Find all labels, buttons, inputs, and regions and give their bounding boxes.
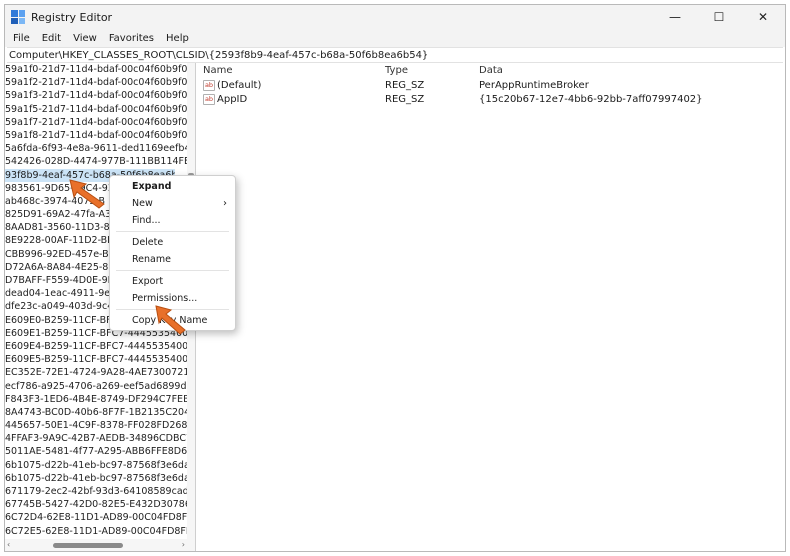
tree-item[interactable]: 59a1f2-21d7-11d4-bdaf-00c04f60b9f0}: [5, 76, 195, 89]
column-header-type[interactable]: Type: [385, 65, 479, 76]
menu-edit[interactable]: Edit: [36, 33, 67, 44]
tree-item[interactable]: 6b1075-d22b-41eb-bc97-87568f3e6dab}: [5, 472, 195, 485]
tree-horizontal-scroll-thumb[interactable]: [53, 543, 123, 548]
column-header-data[interactable]: Data: [479, 65, 785, 76]
window-title: Registry Editor: [31, 10, 113, 24]
submenu-arrow-icon: ›: [223, 198, 227, 209]
tree-item[interactable]: 542426-028D-4474-977B-111BB114FE3E}: [5, 155, 195, 168]
tree-item[interactable]: 671179-2ec2-42bf-93d3-64108589cad5}: [5, 485, 195, 498]
context-menu-permissions[interactable]: Permissions...: [110, 290, 235, 307]
scroll-right-icon[interactable]: ›: [182, 539, 185, 551]
context-menu-delete[interactable]: Delete: [110, 234, 235, 251]
tree-item[interactable]: 5a6fda-6f93-4e8a-9611-ded1169eefb4}: [5, 142, 195, 155]
maximize-button[interactable]: ☐: [697, 5, 741, 29]
tree-item[interactable]: 59a1f7-21d7-11d4-bdaf-00c04f60b9f0}: [5, 116, 195, 129]
tree-item[interactable]: EC352E-72E1-4724-9A28-4AE730072149}: [5, 366, 195, 379]
tree-item[interactable]: 59a1f8-21d7-11d4-bdaf-00c04f60b9f0}: [5, 129, 195, 142]
column-header-name[interactable]: Name: [199, 65, 385, 76]
context-menu-export[interactable]: Export: [110, 273, 235, 290]
tree-item[interactable]: 5011AE-5481-4f77-A295-ABB6FFE8D63E}: [5, 445, 195, 458]
menu-view[interactable]: View: [67, 33, 103, 44]
tree-item[interactable]: E609E5-B259-11CF-BFC7-444553540000}: [5, 353, 195, 366]
window-controls: — ☐ ✕: [653, 5, 785, 29]
value-type: REG_SZ: [385, 93, 425, 105]
context-menu-new-label: New: [132, 198, 153, 209]
context-menu-rename[interactable]: Rename: [110, 251, 235, 268]
values-header: Name Type Data: [199, 63, 785, 78]
menu-bar: File Edit View Favorites Help: [5, 29, 785, 47]
value-row-default[interactable]: ab (Default) REG_SZ PerAppRuntimeBroker: [199, 78, 785, 92]
tree-item[interactable]: 6C72D4-62E8-11D1-AD89-00C04FD8FDFF: [5, 511, 195, 524]
menu-separator: [116, 231, 229, 232]
string-value-icon: ab: [203, 79, 215, 91]
tree-item[interactable]: 6b1075-d22b-41eb-bc97-87568f3e6dab: [5, 459, 195, 472]
value-row-appid[interactable]: ab AppID REG_SZ {15c20b67-12e7-4bb6-92bb…: [199, 92, 785, 106]
context-menu-copy-key-name[interactable]: Copy Key Name: [110, 312, 235, 329]
tree-horizontal-scrollbar[interactable]: ‹ ›: [5, 539, 195, 551]
tree-item[interactable]: 67745B-5427-42D0-82E5-E432D30786E6}: [5, 498, 195, 511]
context-menu-expand[interactable]: Expand: [110, 178, 235, 195]
value-name-cell: ab (Default): [199, 79, 385, 91]
string-value-icon: ab: [203, 93, 215, 105]
close-button[interactable]: ✕: [741, 5, 785, 29]
menu-favorites[interactable]: Favorites: [103, 33, 160, 44]
tree-item[interactable]: E609E4-B259-11CF-BFC7-444553540000}: [5, 340, 195, 353]
tree-item[interactable]: F843F3-1ED6-4B4E-8749-DF294C7FEB30}: [5, 393, 195, 406]
value-data: PerAppRuntimeBroker: [479, 79, 589, 91]
menu-separator: [116, 309, 229, 310]
menu-help[interactable]: Help: [160, 33, 195, 44]
registry-editor-icon: [11, 10, 25, 24]
context-menu-find[interactable]: Find...: [110, 212, 235, 229]
address-bar[interactable]: Computer\HKEY_CLASSES_ROOT\CLSID\{2593f8…: [7, 47, 783, 63]
context-menu-new[interactable]: New ›: [110, 195, 235, 212]
value-type: REG_SZ: [385, 79, 425, 91]
tree-item[interactable]: 445657-50E1-4C9F-8378-FF028FD26816}: [5, 419, 195, 432]
context-menu: Expand New › Find... Delete Rename Expor…: [109, 175, 236, 331]
tree-item[interactable]: 6C72E5-62E8-11D1-AD89-00C04FD8FDFF: [5, 525, 195, 538]
tree-item[interactable]: 59a1f5-21d7-11d4-bdaf-00c04f60b9f0}: [5, 103, 195, 116]
tree-item[interactable]: 59a1f3-21d7-11d4-bdaf-00c04f60b9f0}: [5, 89, 195, 102]
tree-item[interactable]: ecf786-a925-4706-a269-eef5ad6899db}: [5, 380, 195, 393]
title-bar: Registry Editor — ☐ ✕: [5, 5, 785, 29]
value-name: AppID: [217, 93, 248, 105]
minimize-button[interactable]: —: [653, 5, 697, 29]
value-name-cell: ab AppID: [199, 93, 385, 105]
value-name: (Default): [217, 79, 262, 91]
values-pane: Name Type Data ab (Default) REG_SZ PerAp…: [199, 63, 785, 551]
tree-item[interactable]: 8A4743-BC0D-40b6-8F7F-1B2135C204D2}: [5, 406, 195, 419]
tree-item[interactable]: 59a1f0-21d7-11d4-bdaf-00c04f60b9f0}: [5, 63, 195, 76]
scroll-left-icon[interactable]: ‹: [7, 539, 10, 551]
menu-file[interactable]: File: [7, 33, 36, 44]
value-data: {15c20b67-12e7-4bb6-92bb-7aff07997402}: [479, 93, 703, 105]
menu-separator: [116, 270, 229, 271]
tree-item[interactable]: 4FFAF3-9A9C-42B7-AEDB-34896CDBC7C1: [5, 432, 195, 445]
